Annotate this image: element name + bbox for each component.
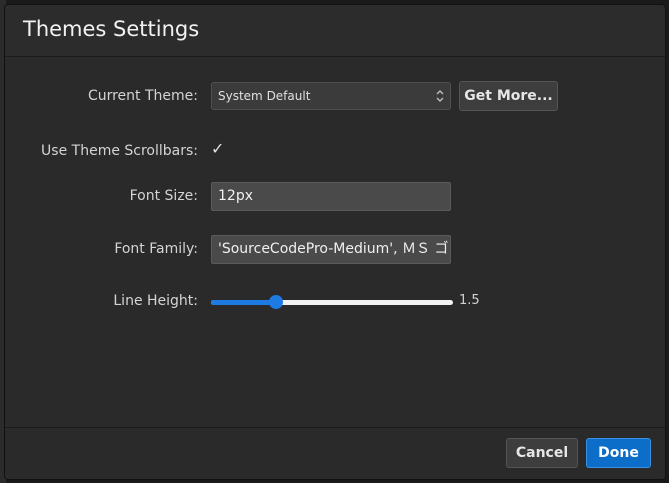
font-size-label: Font Size: bbox=[129, 188, 198, 204]
font-size-row: Font Size: 12px bbox=[5, 182, 665, 212]
dialog-header: Themes Settings bbox=[5, 5, 665, 57]
line-height-label: Line Height: bbox=[113, 293, 198, 309]
dialog-body: Current Theme: System Default Get More..… bbox=[5, 57, 665, 427]
cancel-button[interactable]: Cancel bbox=[506, 438, 578, 468]
dialog-title: Themes Settings bbox=[23, 17, 200, 41]
line-height-slider[interactable] bbox=[211, 292, 453, 312]
font-size-input[interactable]: 12px bbox=[211, 182, 451, 211]
done-button[interactable]: Done bbox=[586, 438, 651, 468]
theme-scrollbars-label: Use Theme Scrollbars: bbox=[41, 143, 198, 159]
current-theme-label: Current Theme: bbox=[87, 88, 198, 104]
slider-thumb[interactable] bbox=[269, 295, 284, 309]
font-family-label: Font Family: bbox=[114, 241, 198, 257]
font-family-input[interactable]: 'SourceCodePro-Medium', ＭＳ ゴシック bbox=[211, 235, 451, 264]
line-height-value: 1.5 bbox=[459, 293, 480, 308]
line-height-row: Line Height: 1.5 bbox=[5, 287, 665, 317]
theme-scrollbars-row: Use Theme Scrollbars: ✓ bbox=[5, 137, 665, 167]
theme-scrollbars-checkbox[interactable]: ✓ bbox=[211, 139, 227, 159]
theme-select[interactable]: System Default bbox=[211, 82, 451, 110]
current-theme-row: Current Theme: System Default Get More..… bbox=[5, 81, 665, 112]
dialog-footer: Cancel Done bbox=[5, 427, 665, 479]
font-family-row: Font Family: 'SourceCodePro-Medium', ＭＳ … bbox=[5, 235, 665, 265]
slider-fill bbox=[211, 300, 277, 305]
updown-chevron-icon bbox=[436, 90, 444, 102]
themes-settings-dialog: Themes Settings Current Theme: System De… bbox=[4, 4, 666, 480]
get-more-button[interactable]: Get More... bbox=[459, 81, 558, 111]
checkmark-icon: ✓ bbox=[211, 139, 225, 158]
theme-select-value: System Default bbox=[218, 89, 311, 103]
